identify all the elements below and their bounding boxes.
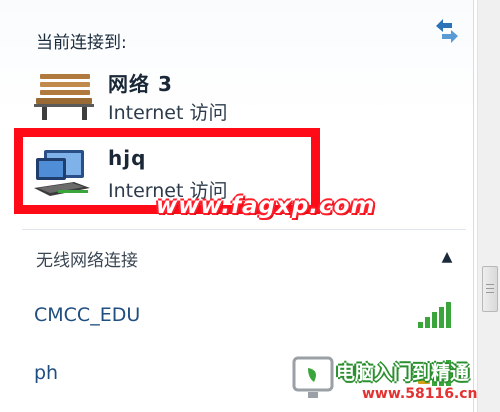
signal-bars-icon (418, 302, 451, 328)
wifi-ssid: CMCC_EDU (34, 304, 141, 326)
connection-name: 网络 3 (108, 72, 173, 96)
section-divider (22, 229, 466, 230)
connection-item-network3[interactable]: 网络 3 Internet 访问 (20, 60, 460, 134)
bench-icon (34, 74, 94, 120)
collapse-wireless-button[interactable]: ▲ (434, 244, 460, 270)
currently-connected-label: 当前连接到: (36, 33, 127, 53)
brand-watermark: 电脑入门到精通 www.58116.cn (290, 352, 490, 408)
refresh-arrows-icon (436, 19, 458, 43)
watermark-site: www.58116.cn (362, 386, 478, 402)
wifi-item-cmcc-edu[interactable]: CMCC_EDU (20, 294, 460, 340)
watermark-brand: 电脑入门到精通 (336, 362, 470, 384)
grip-line (486, 292, 494, 293)
grip-line (486, 284, 494, 285)
grip-line (486, 288, 494, 289)
watermark-url: www.fagxp.com (156, 193, 376, 219)
monitor-logo-icon (292, 356, 334, 398)
refresh-button[interactable] (430, 14, 464, 48)
chevron-up-icon: ▲ (441, 249, 453, 265)
connection-access-status: Internet 访问 (108, 102, 228, 124)
vertical-scrollbar[interactable] (477, 0, 500, 412)
scrollbar-thumb[interactable] (482, 266, 498, 312)
wifi-ssid: ph (34, 362, 59, 384)
network-flyout-panel: 当前连接到: 网络 3 Internet 访问 hjq Internet 访问 … (0, 0, 474, 412)
wireless-section-label: 无线网络连接 (36, 251, 138, 271)
